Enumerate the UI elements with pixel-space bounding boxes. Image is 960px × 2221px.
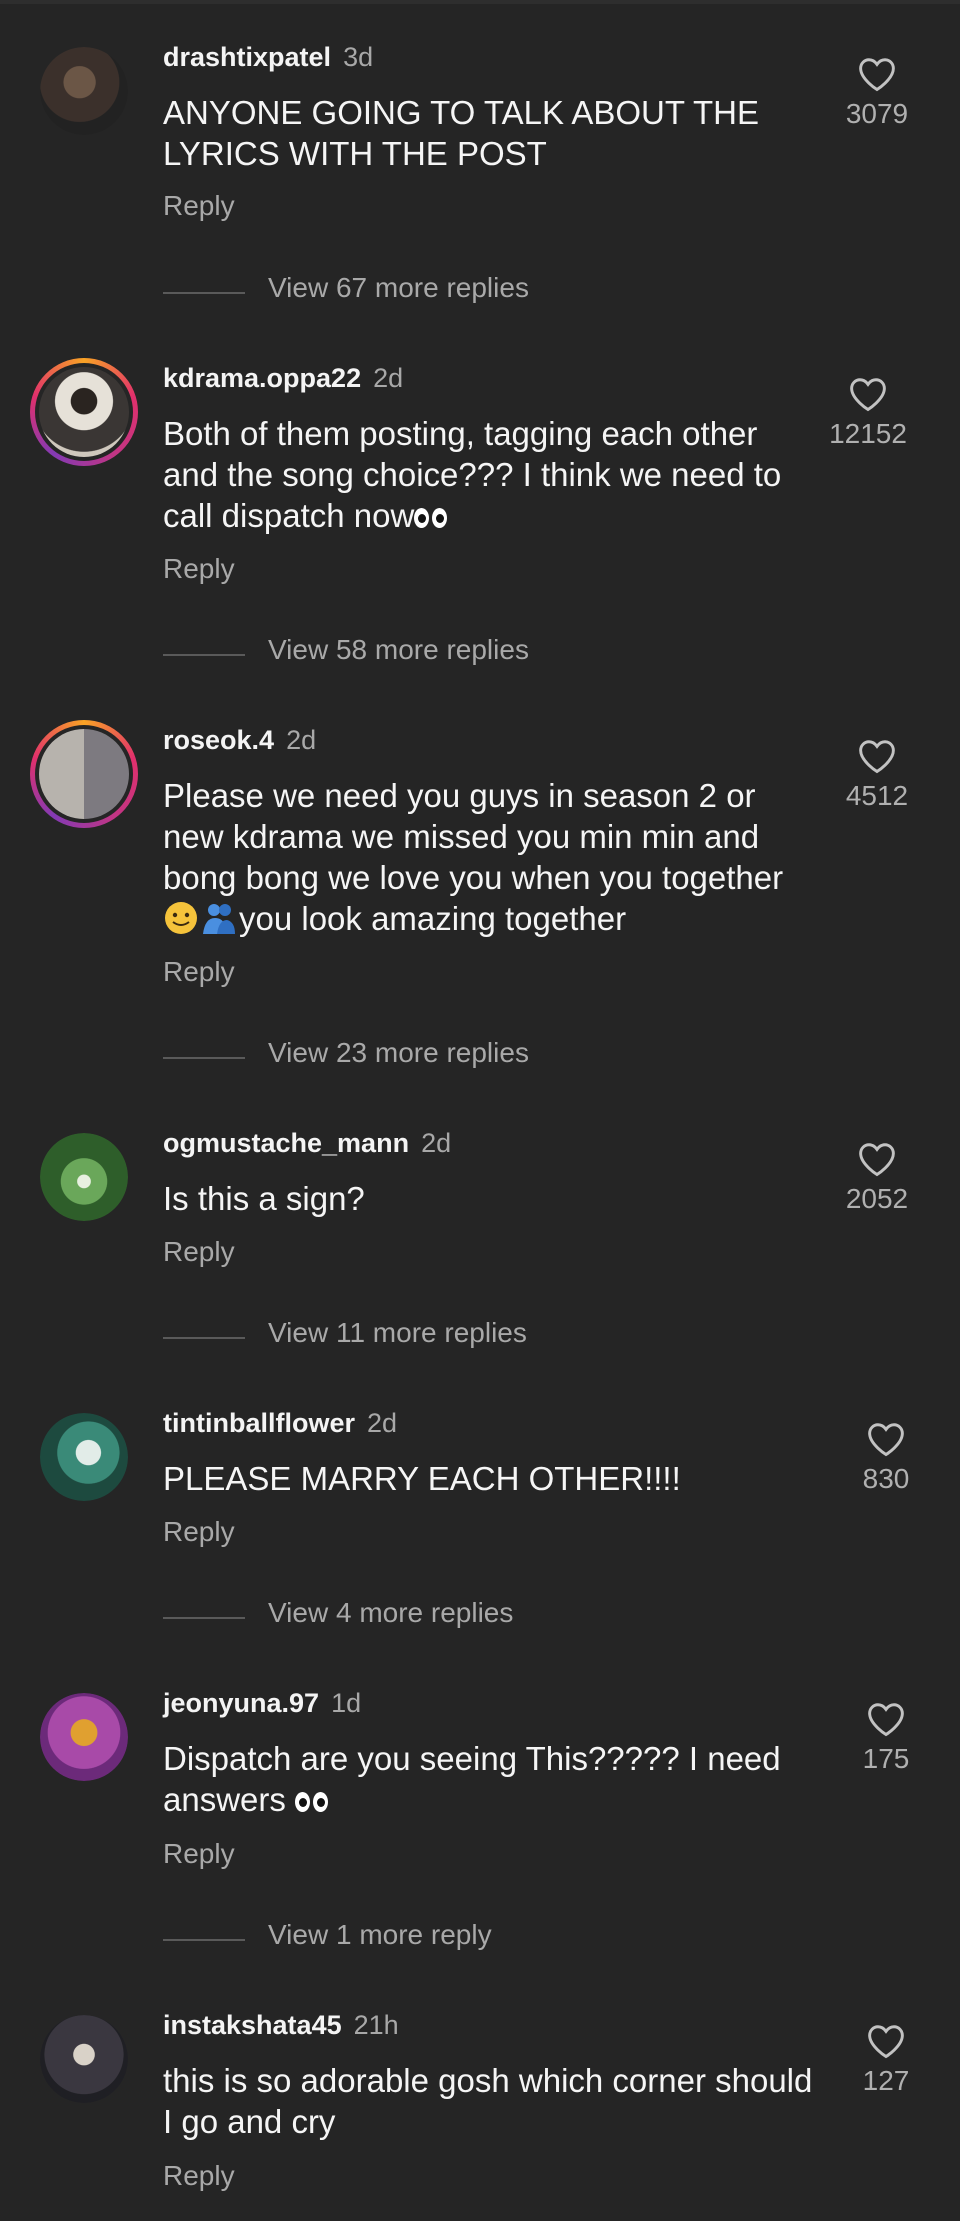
username[interactable]: kdrama.oppa22 — [163, 363, 361, 393]
divider-line — [163, 1337, 245, 1339]
avatar[interactable] — [40, 1693, 128, 1781]
heart-outline-icon — [859, 740, 895, 774]
like-button[interactable]: 4512 — [822, 738, 932, 812]
timestamp: 2d — [367, 1408, 398, 1438]
like-count: 12152 — [829, 418, 907, 449]
timestamp: 1d — [331, 1688, 362, 1718]
comment-meta: drashtixpatel 3d — [163, 42, 373, 73]
people-hugging-emoji-icon — [203, 904, 235, 934]
view-replies-label[interactable]: View 11 more replies — [268, 1317, 527, 1349]
like-count: 830 — [862, 1463, 910, 1494]
view-replies-label[interactable]: View 67 more replies — [268, 272, 529, 304]
heart-outline-icon — [868, 2025, 904, 2059]
heart-outline-icon — [868, 1423, 904, 1457]
like-count: 4512 — [845, 780, 909, 811]
view-replies-label[interactable]: View 23 more replies — [268, 1037, 529, 1069]
username[interactable]: roseok.4 — [163, 725, 274, 755]
comment-text: Is this a sign? — [163, 1180, 365, 1217]
reply-button[interactable]: Reply — [163, 1516, 235, 1548]
smiling-face-emoji-icon — [165, 902, 197, 934]
like-button[interactable]: 127 — [831, 2023, 941, 2097]
like-button[interactable]: 3079 — [822, 56, 932, 130]
comment-text: Dispatch are you seeing This????? I need… — [163, 1738, 813, 1820]
reply-button[interactable]: Reply — [163, 553, 235, 585]
divider-line — [163, 292, 245, 294]
username[interactable]: instakshata45 — [163, 2010, 342, 2040]
avatar[interactable] — [30, 358, 138, 466]
heart-outline-icon — [859, 1143, 895, 1177]
timestamp: 2d — [373, 363, 404, 393]
comment-meta: jeonyuna.97 1d — [163, 1688, 361, 1719]
reply-button[interactable]: Reply — [163, 956, 235, 988]
username[interactable]: jeonyuna.97 — [163, 1688, 319, 1718]
comment-meta: kdrama.oppa22 2d — [163, 363, 403, 394]
comment-text-body: Dispatch are you seeing This????? I need… — [163, 1740, 781, 1818]
heart-outline-icon — [850, 378, 886, 412]
heart-outline-icon — [859, 58, 895, 92]
reply-button[interactable]: Reply — [163, 190, 235, 222]
comment-meta: tintinballflower 2d — [163, 1408, 397, 1439]
comment-text: PLEASE MARRY EACH OTHER!!!! — [163, 1460, 681, 1497]
timestamp: 2d — [286, 725, 317, 755]
username[interactable]: tintinballflower — [163, 1408, 355, 1438]
like-button[interactable]: 12152 — [813, 376, 923, 450]
comment-text: Both of them posting, tagging each other… — [163, 413, 813, 536]
comment-meta: ogmustache_mann 2d — [163, 1128, 451, 1159]
divider-line — [163, 1057, 245, 1059]
view-replies-label[interactable]: View 1 more reply — [268, 1919, 492, 1951]
like-count: 127 — [862, 2065, 910, 2096]
top-divider — [0, 0, 960, 4]
comment-text: Please we need you guys in season 2 or n… — [163, 775, 813, 939]
timestamp: 2d — [421, 1128, 452, 1158]
comment-text-body: Please we need you guys in season 2 or n… — [163, 777, 784, 896]
story-ring — [35, 363, 133, 461]
reply-button[interactable]: Reply — [163, 1838, 235, 1870]
username[interactable]: ogmustache_mann — [163, 1128, 409, 1158]
comment-meta: roseok.4 2d — [163, 725, 316, 756]
like-count: 2052 — [845, 1183, 909, 1214]
comment-text-tail: you look amazing together — [239, 900, 627, 937]
avatar[interactable] — [30, 720, 138, 828]
avatar[interactable] — [40, 1133, 128, 1221]
reply-button[interactable]: Reply — [163, 2160, 235, 2192]
avatar[interactable] — [40, 1413, 128, 1501]
timestamp: 21h — [353, 2010, 399, 2040]
like-button[interactable]: 175 — [831, 1701, 941, 1775]
story-ring — [35, 725, 133, 823]
username[interactable]: drashtixpatel — [163, 42, 331, 72]
divider-line — [163, 1617, 245, 1619]
eyes-emoji-icon — [295, 1791, 331, 1813]
heart-outline-icon — [868, 1703, 904, 1737]
avatar[interactable] — [40, 47, 128, 135]
comment-text: this is so adorable gosh which corner sh… — [163, 2062, 813, 2140]
reply-button[interactable]: Reply — [163, 1236, 235, 1268]
comment-meta: instakshata45 21h — [163, 2010, 399, 2041]
comment-text: ANYONE GOING TO TALK ABOUT THE LYRICS WI… — [163, 94, 759, 172]
like-button[interactable]: 2052 — [822, 1141, 932, 1215]
avatar[interactable] — [40, 2015, 128, 2103]
view-replies-label[interactable]: View 58 more replies — [268, 634, 529, 666]
view-replies-label[interactable]: View 4 more replies — [268, 1597, 513, 1629]
divider-line — [163, 654, 245, 656]
like-count: 175 — [862, 1743, 910, 1774]
eyes-emoji-icon — [414, 507, 450, 529]
like-button[interactable]: 830 — [831, 1421, 941, 1495]
like-count: 3079 — [845, 98, 909, 129]
timestamp: 3d — [343, 42, 374, 72]
divider-line — [163, 1939, 245, 1941]
comment-text-body: Both of them posting, tagging each other… — [163, 415, 782, 534]
